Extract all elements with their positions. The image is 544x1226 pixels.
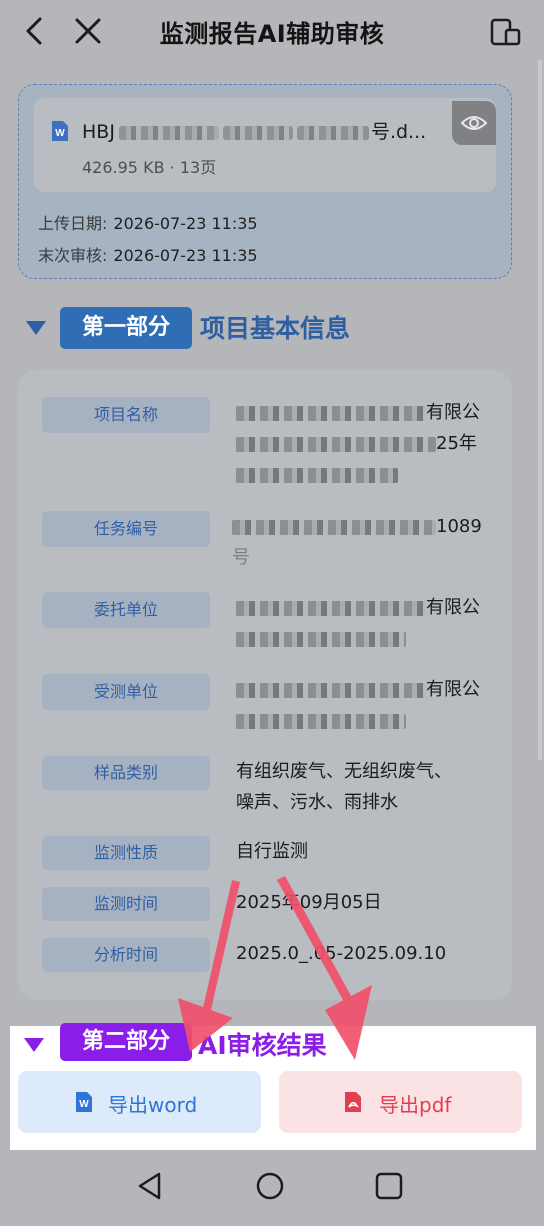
nav-back-icon[interactable] xyxy=(135,1170,165,1202)
nav-recents-icon[interactable] xyxy=(374,1171,404,1201)
system-nav-bar xyxy=(0,1150,544,1226)
arrow-to-word xyxy=(178,880,240,1052)
arrow-to-pdf xyxy=(277,876,372,1060)
nav-home-icon[interactable] xyxy=(254,1170,286,1202)
annotation-arrows xyxy=(178,876,372,1060)
